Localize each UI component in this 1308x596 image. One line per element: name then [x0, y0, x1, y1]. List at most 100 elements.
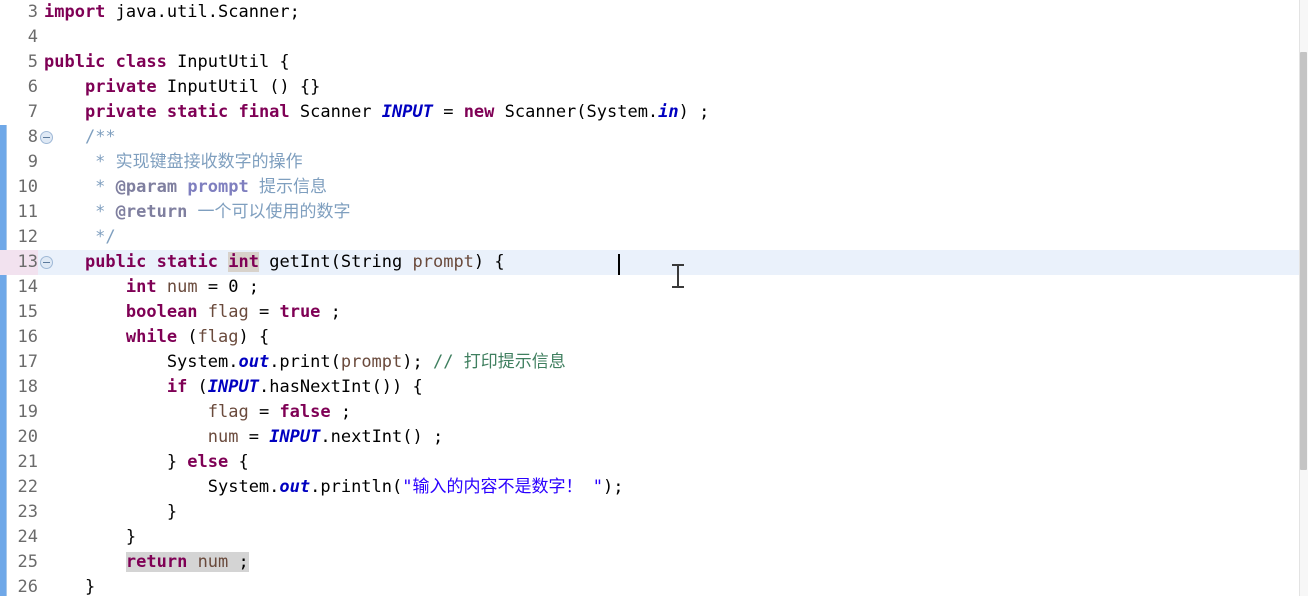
- code-token: [187, 552, 198, 572]
- code-token: out: [238, 352, 270, 372]
- code-text[interactable]: } else {: [44, 450, 249, 475]
- code-line[interactable]: 19 flag = false ;: [0, 400, 1308, 425]
- code-text[interactable]: }: [44, 525, 136, 550]
- code-token: false: [279, 402, 331, 422]
- code-token: INPUT: [381, 102, 433, 122]
- code-line[interactable]: 16 while (flag) {: [0, 325, 1308, 350]
- line-number: 7: [27, 102, 38, 122]
- code-text[interactable]: * 实现键盘接收数字的操作: [44, 150, 302, 175]
- code-token: while: [125, 327, 178, 347]
- code-token: );: [602, 477, 624, 497]
- code-token: 提示信息: [248, 177, 327, 197]
- code-token: prompt: [187, 177, 249, 197]
- code-line[interactable]: 4: [0, 25, 1308, 50]
- code-token: =: [432, 102, 464, 122]
- code-line[interactable]: 20 num = INPUT.nextInt() ;: [0, 425, 1308, 450]
- code-line[interactable]: 21 } else {: [0, 450, 1308, 475]
- line-number: 21: [17, 452, 38, 472]
- code-line[interactable]: 13 public static int getInt(String promp…: [0, 250, 1308, 275]
- vertical-scrollbar-thumb[interactable]: [1300, 52, 1307, 470]
- code-text[interactable]: return num ;: [44, 550, 249, 575]
- code-line[interactable]: 22 System.out.println("输入的内容不是数字！ ");: [0, 475, 1308, 500]
- code-token: }: [44, 527, 137, 547]
- code-text[interactable]: num = INPUT.nextInt() ;: [44, 425, 443, 450]
- code-text[interactable]: if (INPUT.hasNextInt()) {: [44, 375, 423, 400]
- code-text[interactable]: * @param prompt 提示信息: [44, 175, 327, 200]
- code-text[interactable]: System.out.println("输入的内容不是数字！ ");: [44, 475, 624, 500]
- code-token: ;: [228, 552, 249, 572]
- code-token: System.: [44, 352, 239, 372]
- code-token: INPUT: [207, 377, 259, 397]
- code-token: System.: [44, 477, 280, 497]
- code-line[interactable]: 11 * @return 一个可以使用的数字: [0, 200, 1308, 225]
- code-token: ) ;: [678, 102, 710, 122]
- vertical-scrollbar-track[interactable]: [1299, 0, 1308, 596]
- code-text[interactable]: public class InputUtil {: [44, 50, 290, 75]
- code-editor[interactable]: 3 import java.util.Scanner; 4 5 public class…: [0, 0, 1308, 596]
- code-token: (: [177, 327, 198, 347]
- code-token: =: [197, 277, 229, 297]
- code-line[interactable]: 9 * 实现键盘接收数字的操作: [0, 150, 1308, 175]
- line-number: 11: [17, 202, 38, 222]
- line-number: 9: [27, 152, 38, 172]
- code-line[interactable]: 17 System.out.print(prompt); // 打印提示信息: [0, 350, 1308, 375]
- code-token: flag: [207, 302, 249, 322]
- code-token: }: [44, 452, 188, 472]
- code-token: public static: [84, 252, 229, 272]
- code-token: import: [44, 2, 116, 22]
- code-line[interactable]: 6 private InputUtil () {}: [0, 75, 1308, 100]
- code-text[interactable]: flag = false ;: [44, 400, 351, 425]
- code-text[interactable]: boolean flag = true ;: [44, 300, 341, 325]
- line-number: 25: [17, 552, 38, 572]
- code-token: =: [238, 427, 270, 447]
- code-token: InputUtil () {}: [166, 77, 321, 97]
- code-text[interactable]: public static int getInt(String prompt) …: [44, 250, 515, 275]
- code-line[interactable]: 18 if (INPUT.hasNextInt()) {: [0, 375, 1308, 400]
- code-line[interactable]: 5 public class InputUtil {: [0, 50, 1308, 75]
- code-text[interactable]: private static final Scanner INPUT = new…: [44, 100, 709, 125]
- code-text[interactable]: */: [44, 225, 116, 250]
- code-line[interactable]: 10 * @param prompt 提示信息: [0, 175, 1308, 200]
- code-line[interactable]: 7 private static final Scanner INPUT = n…: [0, 100, 1308, 125]
- code-text[interactable]: /**: [44, 125, 116, 150]
- code-text[interactable]: int num = 0 ;: [44, 275, 259, 300]
- code-line[interactable]: 24 }: [0, 525, 1308, 550]
- code-text[interactable]: System.out.print(prompt); // 打印提示信息: [44, 350, 566, 375]
- code-token: .print(: [269, 352, 341, 372]
- ibeam-stem: [677, 266, 679, 286]
- code-lines-container[interactable]: 3 import java.util.Scanner; 4 5 public class…: [0, 0, 1308, 596]
- code-token: boolean: [125, 302, 198, 322]
- code-text[interactable]: }: [44, 575, 95, 596]
- line-number: 22: [17, 477, 38, 497]
- code-text[interactable]: private InputUtil () {}: [44, 75, 320, 100]
- code-line[interactable]: 14 int num = 0 ;: [0, 275, 1308, 300]
- text-caret: [618, 254, 620, 275]
- code-token: *: [44, 202, 116, 222]
- code-line[interactable]: 25 return num ;: [0, 550, 1308, 575]
- code-line[interactable]: 3 import java.util.Scanner;: [0, 0, 1308, 25]
- code-line[interactable]: 12 */: [0, 225, 1308, 250]
- code-token: num: [207, 427, 239, 447]
- code-token: );: [402, 352, 433, 372]
- code-text[interactable]: * @return 一个可以使用的数字: [44, 200, 350, 225]
- code-token: *: [44, 177, 116, 197]
- code-token: */: [44, 227, 116, 247]
- code-line[interactable]: 26 }: [0, 575, 1308, 596]
- code-text[interactable]: }: [44, 500, 177, 525]
- code-token: /**: [84, 127, 116, 147]
- ibeam-bottom-cap: [672, 286, 684, 288]
- code-line[interactable]: 23 }: [0, 500, 1308, 525]
- code-token: *: [44, 152, 116, 172]
- code-token: ;: [320, 302, 341, 322]
- code-text[interactable]: import java.util.Scanner;: [44, 0, 300, 25]
- code-line[interactable]: 8 /**: [0, 125, 1308, 150]
- code-token: @return: [115, 202, 188, 222]
- line-number: 17: [17, 352, 38, 372]
- code-text[interactable]: while (flag) {: [44, 325, 269, 350]
- code-line[interactable]: 15 boolean flag = true ;: [0, 300, 1308, 325]
